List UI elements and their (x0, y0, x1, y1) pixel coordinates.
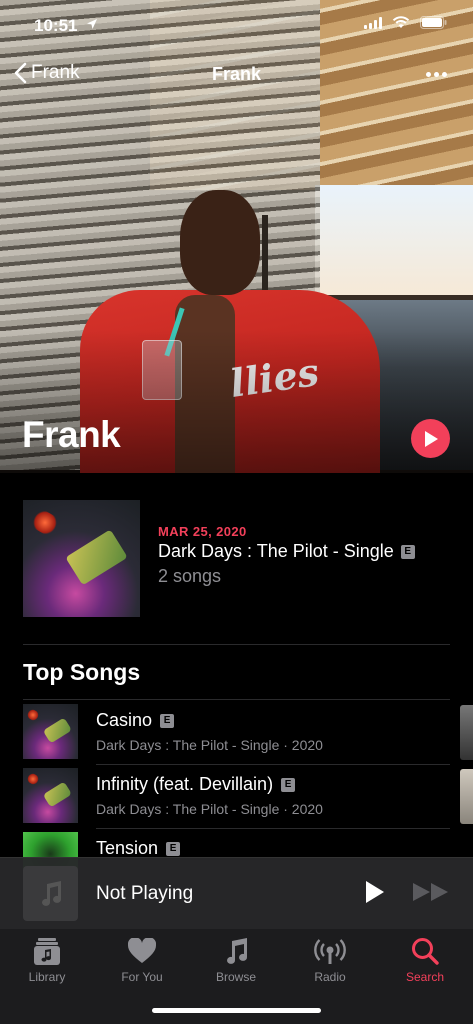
music-note-icon (41, 880, 61, 906)
play-icon[interactable] (364, 880, 386, 904)
explicit-badge: E (166, 841, 181, 856)
nav-title: Frank (211, 64, 262, 84)
heart-icon (128, 938, 156, 963)
release-artwork[interactable] (23, 500, 140, 617)
song-title: Infinity (feat. Devillain) E (96, 774, 296, 795)
song-title: Casino E (96, 710, 175, 731)
tab-radio[interactable]: Radio (290, 935, 370, 984)
tab-label: Browse (215, 970, 256, 984)
status-icons (364, 16, 447, 29)
divider (23, 644, 450, 645)
tab-label: Search (405, 970, 445, 984)
play-icon (424, 430, 438, 447)
next-column-artwork[interactable] (460, 705, 473, 760)
release-title[interactable]: Dark Days : The Pilot - Single E (158, 541, 415, 562)
tab-label: Radio (314, 970, 346, 984)
top-songs-heading: Top Songs (23, 659, 141, 685)
song-subtitle: Dark Days : The Pilot - Single · 2020 (96, 737, 323, 753)
more-options-icon[interactable] (426, 72, 447, 77)
battery-icon (420, 16, 447, 29)
tab-label: Library (28, 970, 66, 984)
mini-player[interactable]: Not Playing (0, 857, 473, 929)
song-row[interactable]: Infinity (feat. Devillain) E Dark Days :… (23, 764, 451, 828)
artist-name-heading: Frank (22, 414, 121, 455)
search-icon (412, 938, 439, 965)
release-song-count: 2 songs (158, 566, 222, 586)
cellular-signal-icon (364, 16, 382, 29)
song-subtitle: Dark Days : The Pilot - Single · 2020 (96, 801, 323, 817)
wifi-icon (392, 16, 410, 28)
tab-search[interactable]: Search (385, 935, 465, 984)
tab-label: For You (121, 970, 163, 984)
now-playing-label: Not Playing (96, 883, 194, 904)
radio-icon (314, 939, 346, 964)
song-artwork (23, 704, 78, 759)
head (180, 190, 260, 295)
location-arrow-icon (87, 19, 97, 29)
song-title-text: Tension (96, 838, 159, 858)
tab-for-you[interactable]: For You (102, 935, 182, 984)
release-title-text: Dark Days : The Pilot - Single (158, 541, 394, 561)
home-indicator[interactable] (152, 1008, 321, 1013)
now-playing-artwork (23, 866, 78, 921)
song-artwork (23, 768, 78, 823)
explicit-badge: E (160, 713, 175, 728)
music-note-icon (227, 938, 248, 964)
play-artist-button[interactable] (411, 419, 450, 458)
next-column-artwork[interactable] (460, 769, 473, 824)
release-date: MAR 25, 2020 (158, 524, 247, 539)
navigation-bar: Frank Frank (0, 58, 473, 92)
song-title-text: Infinity (feat. Devillain) (96, 774, 274, 794)
tab-library[interactable]: Library (7, 935, 87, 984)
tab-browse[interactable]: Browse (196, 935, 276, 984)
status-time: 10:51 (34, 16, 78, 35)
status-bar: 10:51 (0, 0, 473, 50)
song-title-text: Casino (96, 710, 153, 730)
explicit-badge: E (281, 777, 296, 792)
library-icon (34, 938, 60, 965)
fast-forward-icon[interactable] (412, 882, 450, 902)
explicit-badge: E (400, 544, 415, 559)
song-title: Tension E (96, 838, 181, 859)
song-row[interactable]: Casino E Dark Days : The Pilot - Single … (23, 700, 451, 764)
latest-release[interactable]: MAR 25, 2020 Dark Days : The Pilot - Sin… (23, 500, 451, 618)
